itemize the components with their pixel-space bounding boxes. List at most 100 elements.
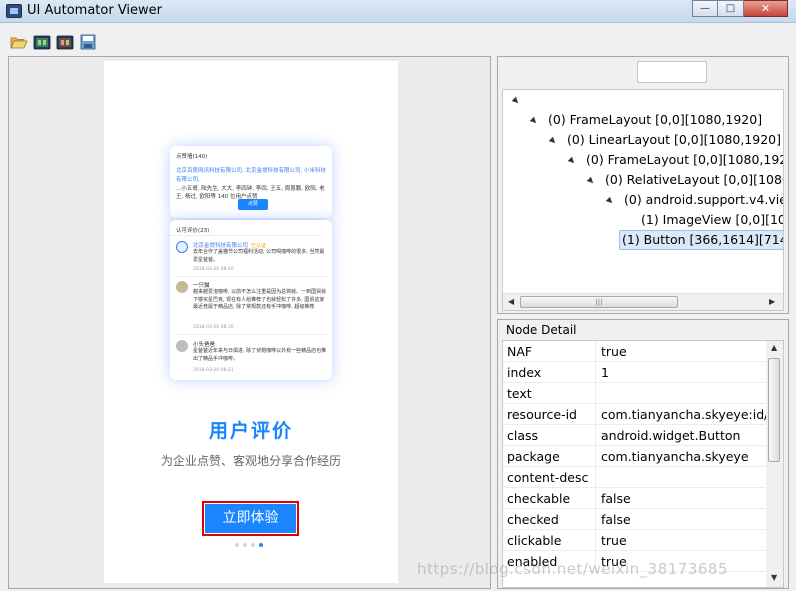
app-icon bbox=[6, 4, 22, 18]
detail-key: class bbox=[507, 428, 539, 443]
expand-arrow-icon[interactable] bbox=[511, 96, 521, 105]
detail-value: false bbox=[601, 512, 631, 527]
detail-row[interactable]: text bbox=[503, 383, 767, 404]
user-avatar bbox=[176, 281, 188, 293]
node-detail-table[interactable]: NAF true index 1 text resource-id com.tiany… bbox=[502, 340, 784, 588]
hierarchy-panel: (0) FrameLayout [0,0][1080,1920] (0) Lin… bbox=[497, 56, 789, 314]
detail-key: text bbox=[507, 386, 532, 401]
screenshot-panel: 点赞墙(140) 北京百度网讯科技有限公司, 北京金堤科技有限公司, 小米科技有… bbox=[8, 56, 491, 589]
window-title: UI Automator Viewer bbox=[27, 3, 163, 18]
tree-node[interactable]: (0) FrameLayout [0,0][1080,1920] bbox=[529, 110, 762, 130]
detail-key: resource-id bbox=[507, 407, 577, 422]
device-screenshot-compressed-icon[interactable] bbox=[56, 34, 74, 50]
company-avatar bbox=[176, 241, 188, 253]
scroll-up-icon[interactable]: ▲ bbox=[771, 343, 777, 352]
page-dot-active bbox=[259, 543, 263, 547]
tree-node[interactable]: (0) FrameLayout [0,0][1080,1920] bbox=[567, 150, 783, 170]
tree-node-root[interactable] bbox=[511, 90, 530, 110]
scroll-thumb[interactable] bbox=[768, 358, 780, 462]
expand-arrow-icon[interactable] bbox=[529, 116, 539, 125]
detail-row[interactable]: NAF true bbox=[503, 341, 767, 362]
review-date: 2018-03-20 08:30 bbox=[193, 325, 234, 330]
maximize-icon: □ bbox=[725, 3, 736, 14]
scroll-thumb[interactable] bbox=[520, 296, 678, 308]
scroll-right-icon[interactable]: ▶ bbox=[769, 297, 775, 306]
expand-arrow-icon[interactable] bbox=[567, 156, 577, 165]
review-text: 星爸爸近年来与日俱进, 除了伏帽咖啡以外有一些精品店也推出了精品手冲咖啡。 bbox=[193, 348, 327, 362]
minimize-button[interactable]: — bbox=[692, 0, 718, 17]
expand-arrow-icon[interactable] bbox=[586, 176, 596, 185]
detail-row[interactable]: content-desc bbox=[503, 467, 767, 488]
review-author: 北京金堤科技有限公司 已认证 bbox=[193, 241, 266, 249]
window-controls: — □ ✕ bbox=[692, 0, 788, 18]
detail-row[interactable]: clickable true bbox=[503, 530, 767, 551]
tree-horizontal-scrollbar[interactable]: ◀ ▶ bbox=[503, 293, 783, 310]
device-screenshot-icon[interactable] bbox=[33, 34, 51, 50]
detail-key: checkable bbox=[507, 491, 571, 506]
tree-search-input[interactable] bbox=[637, 61, 707, 83]
tree-node[interactable]: (0) android.support.v4.view bbox=[605, 190, 784, 210]
expand-arrow-icon[interactable] bbox=[605, 196, 615, 205]
detail-row[interactable]: index 1 bbox=[503, 362, 767, 383]
tree-node[interactable]: (0) RelativeLayout [0,0][1080,19 bbox=[586, 170, 783, 190]
tree-node-label: (1) Button [366,1614][714,17 bbox=[622, 232, 783, 247]
review-date: 2018-03-20 08:40 bbox=[193, 267, 234, 272]
screen-headline: 用户评价 bbox=[208, 420, 293, 442]
detail-value: false bbox=[601, 491, 631, 506]
scroll-down-icon[interactable]: ▼ bbox=[771, 573, 777, 582]
tree-node-label: (0) RelativeLayout [0,0][1080,19 bbox=[605, 172, 783, 187]
detail-vertical-scrollbar[interactable]: ▲ ▼ bbox=[766, 341, 783, 587]
tree-node-label: (0) LinearLayout [0,0][1080,1920] bbox=[567, 132, 781, 147]
review-date: 2018-03-20 08:21 bbox=[193, 368, 234, 373]
detail-row[interactable]: class android.widget.Button bbox=[503, 425, 767, 446]
tree-node[interactable]: (1) ImageView [0,0][1080 bbox=[641, 210, 783, 230]
detail-value: com.tianyancha.skyeye:id/la... bbox=[601, 407, 784, 422]
save-icon[interactable] bbox=[79, 34, 97, 50]
likes-card-title: 点赞墙(140) bbox=[176, 154, 208, 160]
likes-companies: 北京百度网讯科技有限公司, 北京金堤科技有限公司, 小米科技有限公司, bbox=[176, 168, 326, 183]
divider bbox=[176, 334, 328, 335]
reviews-card: 认可评价(23) 北京金堤科技有限公司 已认证 去年合作了盖猫节公司福利活动, 公… bbox=[170, 220, 332, 380]
try-now-button-highlight[interactable]: 立即体验 bbox=[202, 501, 299, 536]
expand-arrow-icon[interactable] bbox=[548, 136, 558, 145]
review-author: 小头爸爸 bbox=[193, 340, 218, 348]
like-button[interactable]: 点赞 bbox=[238, 199, 268, 210]
maximize-button[interactable]: □ bbox=[718, 0, 744, 17]
try-now-button[interactable]: 立即体验 bbox=[205, 504, 296, 533]
page-dot bbox=[251, 543, 255, 547]
node-detail-panel: Node Detail NAF true index 1 text resource… bbox=[497, 319, 789, 589]
screen-subtitle: 为企业点赞、客观地分享合作经历 bbox=[160, 454, 341, 468]
detail-row[interactable]: checkable false bbox=[503, 488, 767, 509]
review-text: 去年合作了盖猫节公司福利活动, 公司喝咖啡的很多, 当然最爱星爸爸。 bbox=[193, 249, 325, 263]
tree-node[interactable]: (0) LinearLayout [0,0][1080,1920] bbox=[548, 130, 781, 150]
scroll-left-icon[interactable]: ◀ bbox=[508, 297, 514, 306]
reviews-card-title: 认可评价(23) bbox=[176, 228, 210, 234]
toolbar bbox=[0, 23, 796, 55]
tree-node-selected[interactable]: (1) Button [366,1614][714,17 bbox=[619, 230, 783, 250]
user-avatar bbox=[176, 340, 188, 352]
hierarchy-tree[interactable]: (0) FrameLayout [0,0][1080,1920] (0) Lin… bbox=[502, 89, 784, 311]
watermark: https://blog.csdn.net/weixin_38173685 bbox=[417, 560, 729, 578]
title-bar: UI Automator Viewer — □ ✕ bbox=[0, 0, 796, 23]
detail-value: com.tianyancha.skyeye bbox=[601, 449, 749, 464]
detail-key: package bbox=[507, 449, 560, 464]
open-folder-icon[interactable] bbox=[10, 34, 28, 50]
page-dot bbox=[243, 543, 247, 547]
detail-value: 1 bbox=[601, 365, 609, 380]
detail-key: checked bbox=[507, 512, 559, 527]
detail-key: clickable bbox=[507, 533, 562, 548]
detail-key: NAF bbox=[507, 344, 533, 359]
review-text: 越来越爱泡咖啡, 以前不怎么注重是因为总将就。一到国贸就下楼买星巴克, 现在有人… bbox=[193, 289, 327, 310]
detail-row[interactable]: resource-id com.tianyancha.skyeye:id/la..… bbox=[503, 404, 783, 425]
node-detail-title: Node Detail bbox=[506, 323, 577, 337]
divider bbox=[176, 276, 328, 277]
detail-key: index bbox=[507, 365, 542, 380]
tree-node-label: (0) android.support.v4.view bbox=[624, 192, 784, 207]
device-screen[interactable]: 点赞墙(140) 北京百度网讯科技有限公司, 北京金堤科技有限公司, 小米科技有… bbox=[104, 61, 398, 583]
detail-value: android.widget.Button bbox=[601, 428, 741, 443]
divider bbox=[170, 235, 322, 236]
detail-row[interactable]: checked false bbox=[503, 509, 767, 530]
detail-row[interactable]: package com.tianyancha.skyeye bbox=[503, 446, 767, 467]
close-button[interactable]: ✕ bbox=[744, 0, 788, 17]
review-item: 北京金堤科技有限公司 已认证 去年合作了盖猫节公司福利活动, 公司喝咖啡的很多, … bbox=[176, 241, 328, 281]
